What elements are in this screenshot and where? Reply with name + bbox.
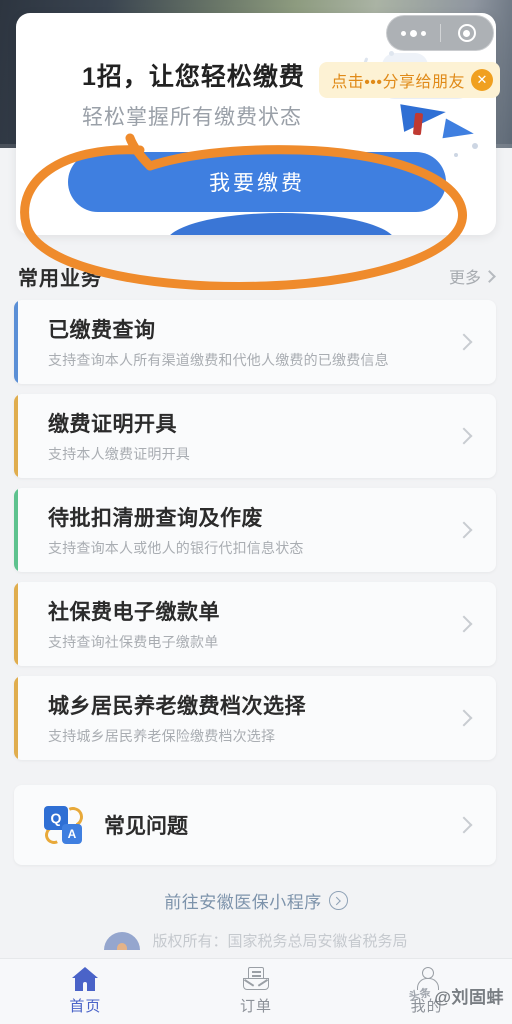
chevron-right-icon bbox=[455, 333, 473, 351]
list-item-description: 支持本人缴费证明开具 bbox=[48, 446, 190, 462]
list-item-title: 待批扣清册查询及作废 bbox=[48, 507, 263, 530]
banner-title: 1招，让您轻松缴费 bbox=[82, 63, 305, 91]
list-item-title: 已缴费查询 bbox=[48, 319, 156, 342]
medical-insurance-link[interactable]: 前往安徽医保小程序 bbox=[0, 888, 512, 913]
share-tooltip-text: 点击•••分享给朋友 bbox=[331, 74, 465, 91]
list-item-arrow bbox=[455, 333, 496, 351]
order-icon bbox=[243, 967, 269, 991]
list-item-description: 支持城乡居民养老保险缴费档次选择 bbox=[48, 728, 276, 744]
copyright-block: 版权所有：国家税务总局安徽省税务局 bbox=[0, 930, 512, 951]
list-item-body: 已缴费查询支持查询本人所有渠道缴费和代他人缴费的已缴费信息 bbox=[14, 314, 458, 370]
banner-blue-shape bbox=[166, 213, 396, 235]
list-item-body: 城乡居民养老缴费档次选择支持城乡居民养老保险缴费档次选择 bbox=[14, 690, 458, 746]
copyright-text: 版权所有：国家税务总局安徽省税务局 bbox=[152, 933, 408, 950]
list-item-accent-bar bbox=[14, 488, 18, 572]
pay-now-button[interactable]: 我要缴费 bbox=[68, 152, 446, 212]
watermark-logo: 头条 bbox=[408, 986, 433, 1004]
list-item[interactable]: 待批扣清册查询及作废支持查询本人或他人的银行代扣信息状态 bbox=[14, 488, 496, 572]
more-label: 更多 bbox=[448, 270, 481, 287]
list-item-arrow bbox=[455, 521, 496, 539]
tab-orders[interactable]: 订单 bbox=[171, 959, 342, 1024]
list-item-description: 支持查询社保费电子缴款单 bbox=[48, 634, 219, 650]
list-item[interactable]: 已缴费查询支持查询本人所有渠道缴费和代他人缴费的已缴费信息 bbox=[14, 300, 496, 384]
list-item-description: 支持查询本人或他人的银行代扣信息状态 bbox=[48, 540, 304, 556]
mini-program-screen: 1招，让您轻松缴费 轻松掌握所有缴费状态 我要缴费 点击•••分享给朋友 ✕ 常… bbox=[0, 0, 512, 1024]
banner-illustration bbox=[342, 43, 492, 163]
list-item-arrow bbox=[455, 427, 496, 445]
list-item-title: 缴费证明开具 bbox=[48, 413, 177, 436]
tab-home-label: 首页 bbox=[69, 998, 102, 1015]
wechat-capsule-bar[interactable] bbox=[386, 15, 494, 51]
list-item[interactable]: 社保费电子缴款单支持查询社保费电子缴款单 bbox=[14, 582, 496, 666]
list-item-arrow bbox=[455, 615, 496, 633]
list-item-description: 支持查询本人所有渠道缴费和代他人缴费的已缴费信息 bbox=[48, 352, 389, 368]
medical-insurance-link-label: 前往安徽医保小程序 bbox=[164, 893, 322, 912]
watermark: 头条 @刘固蚌 bbox=[408, 983, 504, 1008]
tab-orders-label: 订单 bbox=[240, 998, 273, 1015]
circle-arrow-icon bbox=[328, 891, 348, 910]
section-title: 常用业务 bbox=[18, 267, 102, 290]
share-tooltip: 点击•••分享给朋友 ✕ bbox=[319, 62, 500, 98]
faq-entry[interactable]: Q A 常见问题 bbox=[14, 785, 496, 865]
list-item-body: 社保费电子缴款单支持查询社保费电子缴款单 bbox=[14, 596, 458, 652]
chevron-right-icon bbox=[483, 269, 496, 283]
close-icon[interactable]: ✕ bbox=[471, 69, 493, 91]
list-item-body: 待批扣清册查询及作废支持查询本人或他人的银行代扣信息状态 bbox=[14, 502, 458, 558]
qa-icon: Q A bbox=[42, 804, 86, 847]
government-logo bbox=[104, 931, 141, 950]
faq-arrow bbox=[455, 816, 496, 834]
banner-subtitle: 轻松掌握所有缴费状态 bbox=[82, 106, 302, 129]
chevron-right-icon bbox=[455, 816, 473, 834]
list-item[interactable]: 城乡居民养老缴费档次选择支持城乡居民养老保险缴费档次选择 bbox=[14, 676, 496, 760]
chevron-right-icon bbox=[455, 709, 473, 727]
list-item[interactable]: 缴费证明开具支持本人缴费证明开具 bbox=[14, 394, 496, 478]
list-item-body: 缴费证明开具支持本人缴费证明开具 bbox=[14, 408, 458, 464]
target-circle-icon[interactable] bbox=[441, 24, 494, 42]
list-item-accent-bar bbox=[14, 582, 18, 666]
chevron-right-icon bbox=[455, 521, 473, 539]
list-item-arrow bbox=[455, 709, 496, 727]
chevron-right-icon bbox=[455, 427, 473, 445]
watermark-text: @刘固蚌 bbox=[434, 988, 504, 1007]
tab-home[interactable]: 首页 bbox=[0, 959, 171, 1024]
section-header: 常用业务 更多 bbox=[0, 258, 512, 294]
list-item-accent-bar bbox=[14, 676, 18, 760]
faq-label: 常见问题 bbox=[104, 815, 188, 838]
list-item-accent-bar bbox=[14, 394, 18, 478]
qa-icon-a: A bbox=[62, 824, 82, 844]
list-item-accent-bar bbox=[14, 300, 18, 384]
more-link[interactable]: 更多 bbox=[448, 264, 496, 288]
chevron-right-icon bbox=[455, 615, 473, 633]
list-item-title: 城乡居民养老缴费档次选择 bbox=[48, 695, 306, 718]
home-icon bbox=[72, 967, 99, 991]
more-dots-icon[interactable] bbox=[387, 29, 440, 37]
service-list: 已缴费查询支持查询本人所有渠道缴费和代他人缴费的已缴费信息缴费证明开具支持本人缴… bbox=[14, 300, 496, 770]
list-item-title: 社保费电子缴款单 bbox=[48, 601, 220, 624]
